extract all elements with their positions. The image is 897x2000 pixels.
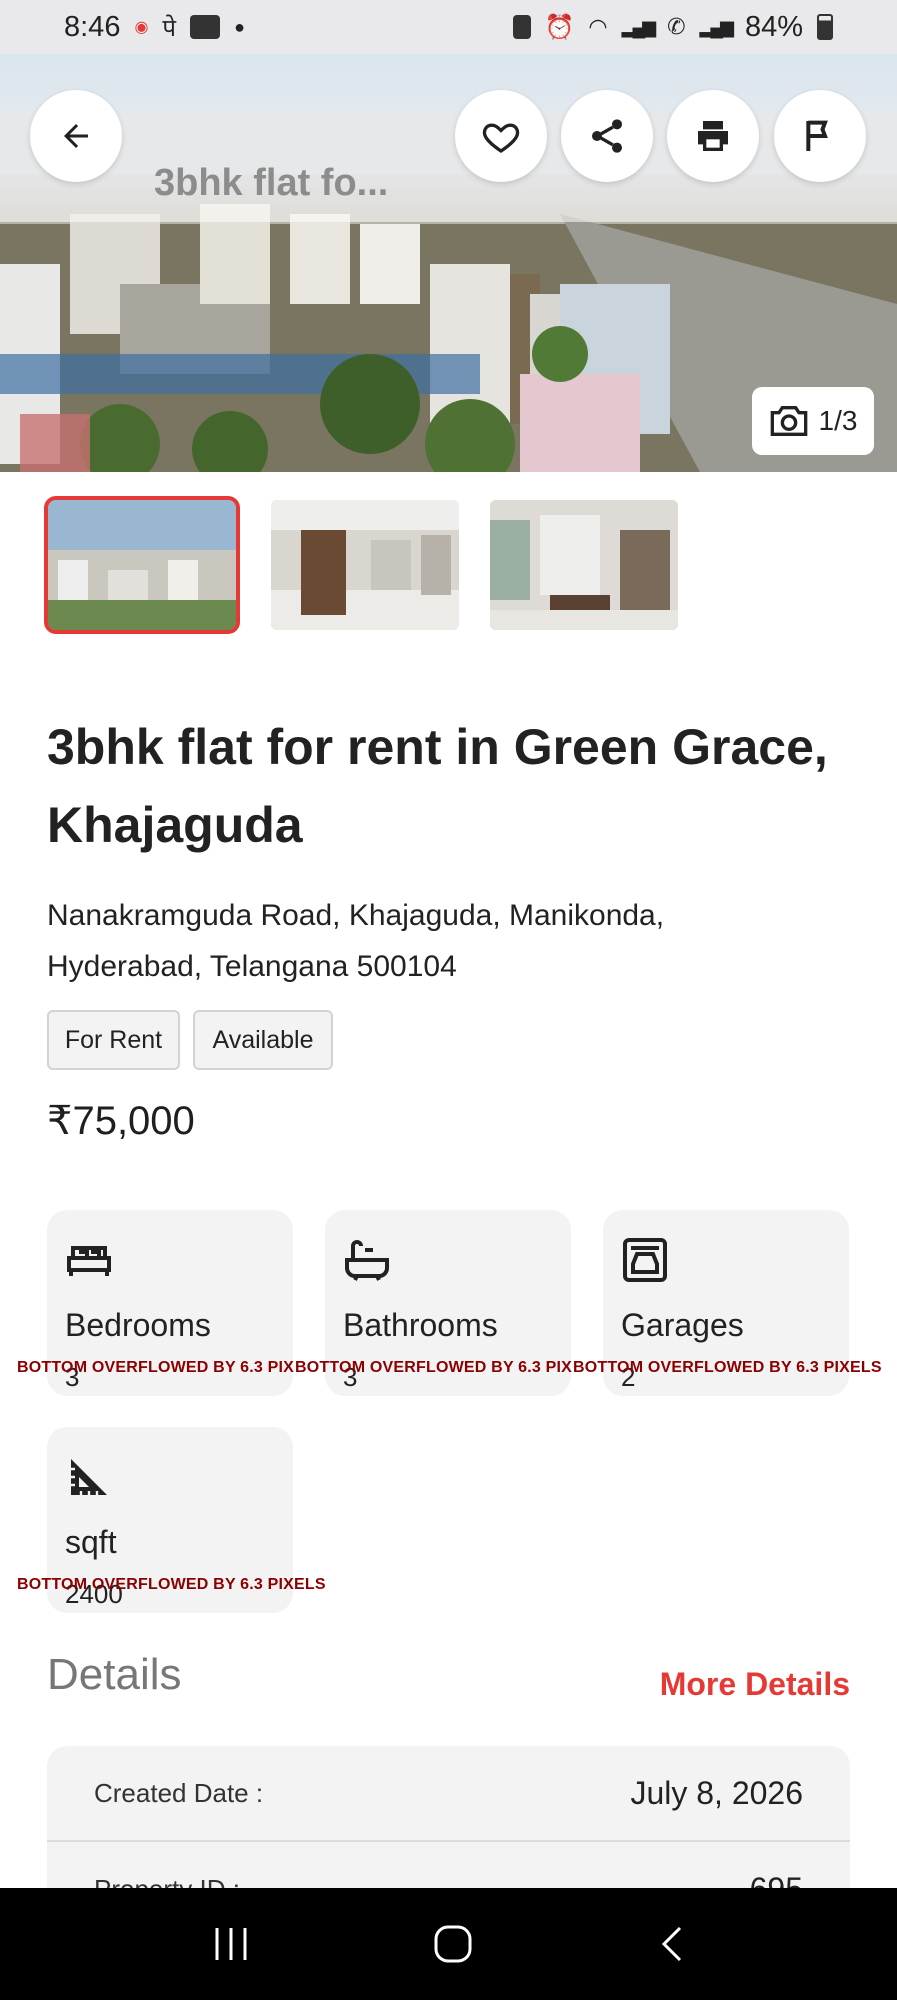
share-button[interactable] bbox=[561, 90, 653, 182]
back-button[interactable] bbox=[30, 90, 122, 182]
signal-2-icon: ▂▄▆ bbox=[699, 16, 734, 37]
thumbnail-interior-image bbox=[490, 500, 678, 630]
camera-icon bbox=[770, 406, 807, 436]
thumbnail-interior-image bbox=[271, 500, 459, 630]
recycle-icon bbox=[512, 15, 531, 39]
notification-hood-icon: ◉ bbox=[134, 19, 149, 36]
thumbnail-1[interactable] bbox=[44, 496, 240, 634]
overflow-warning: BOTTOM OVERFLOWED BY 6.3 PIXELS bbox=[295, 1359, 573, 1376]
overflow-warning: BOTTOM OVERFLOWED BY 6.3 PIXELS bbox=[17, 1576, 326, 1593]
back-nav-icon[interactable] bbox=[656, 1924, 686, 1964]
thumbnail-city-image bbox=[48, 500, 236, 630]
photo-counter-text: 1/3 bbox=[818, 405, 858, 436]
bed-icon bbox=[67, 1246, 111, 1276]
ruler-triangle-icon bbox=[71, 1459, 107, 1495]
recent-apps-icon[interactable] bbox=[211, 1926, 251, 1962]
notification-app-icon bbox=[190, 15, 221, 39]
heart-icon bbox=[482, 123, 520, 153]
alarm-icon: ⏰ bbox=[544, 13, 575, 41]
feature-label: Garages bbox=[621, 1307, 744, 1343]
photo-counter[interactable]: 1/3 bbox=[752, 387, 874, 455]
arrow-left-icon bbox=[64, 124, 88, 148]
wifi-icon: ◠ bbox=[588, 14, 608, 39]
signal-icon: ▂▄▆ bbox=[621, 16, 656, 37]
status-bar: 8:46 ◉ पे ● ⏰ ◠ ▂▄▆ ✆ ▂▄▆ 84% bbox=[0, 0, 897, 54]
notification-phonepe-icon: पे bbox=[162, 14, 177, 42]
details-label: Created Date : bbox=[94, 1777, 264, 1808]
thumbnail-2[interactable] bbox=[271, 500, 459, 630]
battery-icon bbox=[817, 14, 833, 40]
overflow-warning: BOTTOM OVERFLOWED BY 6.3 PIXELS bbox=[17, 1359, 295, 1376]
call-icon: ✆ bbox=[667, 14, 686, 39]
details-heading: Details bbox=[47, 1650, 182, 1699]
system-navigation-bar bbox=[0, 1888, 897, 2000]
printer-icon bbox=[698, 121, 728, 151]
flag-icon bbox=[806, 120, 828, 151]
battery-level: 84% bbox=[744, 10, 803, 43]
notification-dot-icon: ● bbox=[234, 16, 245, 37]
more-details-link[interactable]: More Details bbox=[660, 1666, 850, 1703]
property-price: ₹75,000 bbox=[47, 1099, 195, 1143]
status-time: 8:46 bbox=[64, 10, 121, 43]
garage-icon bbox=[623, 1238, 667, 1282]
hero-image[interactable]: 3bhk flat fo... 1/3 bbox=[0, 54, 897, 472]
property-address: Nanakramguda Road, Khajaguda, Manikonda,… bbox=[47, 899, 665, 983]
report-button[interactable] bbox=[774, 90, 866, 182]
feature-label: Bathrooms bbox=[343, 1307, 498, 1343]
details-value: July 8, 2026 bbox=[630, 1774, 803, 1811]
print-button[interactable] bbox=[667, 90, 759, 182]
details-row-created-date: Created Date : July 8, 2026 bbox=[47, 1746, 850, 1840]
bathtub-icon bbox=[345, 1240, 389, 1281]
tag-for-rent: For Rent bbox=[47, 1010, 180, 1070]
header-overlay bbox=[0, 54, 897, 222]
feature-label: sqft bbox=[65, 1524, 117, 1560]
home-icon[interactable] bbox=[433, 1924, 473, 1964]
header-title: 3bhk flat fo... bbox=[154, 162, 389, 204]
share-icon bbox=[592, 119, 622, 153]
overflow-warning: BOTTOM OVERFLOWED BY 6.3 PIXELS bbox=[573, 1359, 882, 1376]
feature-label: Bedrooms bbox=[65, 1307, 211, 1343]
property-title: 3bhk flat for rent in Green Grace, Khaja… bbox=[47, 719, 828, 853]
favorite-button[interactable] bbox=[455, 90, 547, 182]
tag-available: Available bbox=[193, 1010, 333, 1070]
thumbnail-3[interactable] bbox=[490, 500, 678, 630]
